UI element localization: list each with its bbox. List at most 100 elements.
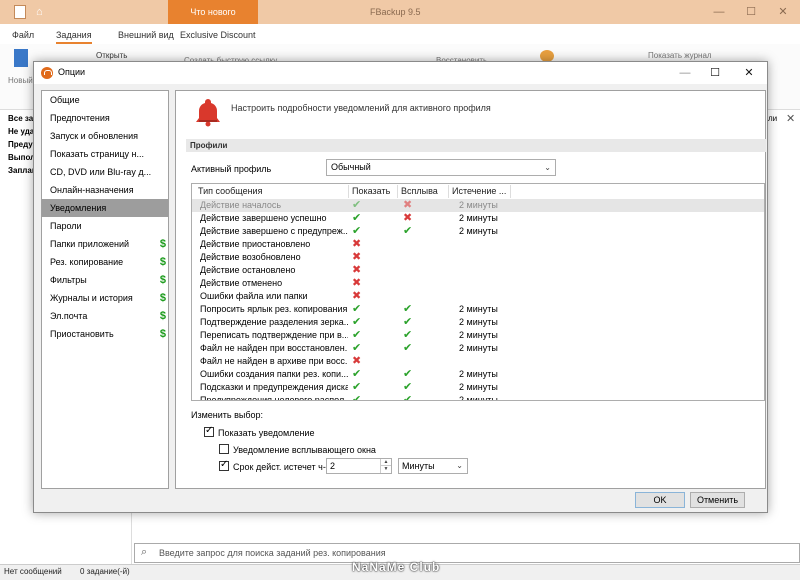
list-item[interactable]: Действие началось 2 минуты (192, 199, 764, 212)
column-header-expire[interactable]: Истечение ... (452, 186, 506, 196)
cross-icon (352, 355, 364, 368)
expire-value-stepper[interactable]: 2 ▲ ▼ (326, 458, 392, 474)
notification-list[interactable]: Тип сообщения Показать Всплыва Истечение… (191, 183, 765, 401)
list-item[interactable]: Действие приостановлено (192, 238, 764, 251)
change-selection-label: Изменить выбор: (191, 410, 264, 420)
expire-time: 2 минуты (459, 317, 498, 327)
nav-item-label: Пароли (50, 221, 82, 231)
app-close-button[interactable]: ✕ (768, 0, 798, 24)
list-item[interactable]: Подсказки и предупреждения диска 2 минуты (192, 381, 764, 394)
popup-notification-option[interactable]: Уведомление всплывающего окна (219, 444, 376, 455)
list-item[interactable]: Действие остановлено (192, 264, 764, 277)
list-item[interactable]: Файл не найден при восстановлен... 2 мину… (192, 342, 764, 355)
nav-item-label: Показать страницу н... (50, 149, 145, 159)
new-button[interactable]: Новый (8, 76, 33, 85)
list-item[interactable]: Файл не найден в архиве при восс... (192, 355, 764, 368)
left-panel-item[interactable]: Выпол (8, 153, 35, 162)
nav-item[interactable]: Папки приложений $ (42, 235, 168, 253)
list-item[interactable]: Действие завершено с предупреж... 2 минут… (192, 225, 764, 238)
list-header: Тип сообщения Показать Всплыва Истечение… (192, 184, 764, 199)
search-input[interactable]: Введите запрос для поиска заданий рез. к… (159, 548, 386, 558)
nav-item[interactable]: Запуск и обновления (42, 127, 168, 145)
nav-item-label: Запуск и обновления (50, 131, 139, 141)
list-item[interactable]: Ошибки создания папки рез. копи... 2 мину… (192, 368, 764, 381)
bell-icon (196, 99, 220, 127)
list-item[interactable]: Подтверждение разделения зерка... 2 минут… (192, 316, 764, 329)
nav-item[interactable]: Эл.почта $ (42, 307, 168, 325)
cross-icon (352, 277, 364, 290)
left-panel-item[interactable]: Все за (8, 114, 33, 123)
app-minimize-button[interactable]: — (704, 0, 734, 24)
right-panel-close-icon[interactable]: ✕ (786, 112, 795, 125)
expire-time: 2 минуты (459, 395, 498, 401)
dialog-close-button[interactable]: ✕ (734, 62, 764, 84)
stepper-down-icon[interactable]: ▼ (380, 466, 391, 473)
nav-item[interactable]: Предпочтения (42, 109, 168, 127)
column-header-show[interactable]: Показать (352, 186, 390, 196)
nav-item[interactable]: Общие (42, 91, 168, 109)
dialog-minimize-button[interactable]: — (670, 62, 700, 84)
dollar-icon: $ (159, 328, 166, 340)
popup-notification-checkbox[interactable] (219, 444, 229, 454)
active-profile-select[interactable]: Обычный ⌄ (326, 159, 556, 176)
column-header-popup[interactable]: Всплыва (401, 186, 438, 196)
check-icon (352, 342, 364, 355)
menu-exclusive-discount[interactable]: Exclusive Discount (180, 30, 256, 40)
list-item[interactable]: Действие завершено успешно 2 минуты (192, 212, 764, 225)
expire-label: Срок дейст. истечет ч-з (233, 462, 330, 472)
app-maximize-button[interactable]: ☐ (736, 0, 766, 24)
popup-notification-label: Уведомление всплывающего окна (233, 445, 376, 455)
list-item[interactable]: Ошибки файла или папки (192, 290, 764, 303)
nav-item[interactable]: Показать страницу н... (42, 145, 168, 163)
check-icon (352, 368, 364, 381)
list-item[interactable]: Переписать подтверждение при в... 2 минут… (192, 329, 764, 342)
app-title: FBackup 9.5 (370, 7, 421, 17)
chevron-down-icon: ⌄ (544, 163, 551, 172)
column-header-type[interactable]: Тип сообщения (198, 186, 262, 196)
stepper-up-icon[interactable]: ▲ (380, 459, 391, 466)
nav-item-label: Онлайн-назначения (50, 185, 134, 195)
check-icon (352, 329, 364, 342)
menu-tasks[interactable]: Задания (56, 30, 92, 44)
nav-item[interactable]: Фильтры $ (42, 271, 168, 289)
new-backup-icon[interactable] (14, 49, 28, 67)
search-bar[interactable]: ⌕ Введите запрос для поиска заданий рез.… (134, 543, 800, 563)
check-icon (352, 212, 364, 225)
cancel-button[interactable]: Отменить (690, 492, 745, 508)
list-item[interactable]: Действие отменено (192, 277, 764, 290)
dollar-icon: $ (159, 274, 166, 286)
show-notification-checkbox[interactable] (204, 425, 214, 437)
expire-unit-value: Минуты (402, 461, 435, 471)
whats-new-tab[interactable]: Что нового (168, 0, 258, 24)
show-notification-option[interactable]: Показать уведомление (204, 425, 314, 438)
nav-item[interactable]: Уведомления (42, 199, 168, 217)
expire-checkbox[interactable] (219, 459, 229, 471)
section-title: Профили (186, 139, 766, 152)
nav-item[interactable]: Онлайн-назначения (42, 181, 168, 199)
list-item[interactable]: Попросить ярлык рез. копирования 2 минуты (192, 303, 764, 316)
menu-file[interactable]: Файл (12, 30, 34, 40)
nav-item[interactable]: Журналы и история $ (42, 289, 168, 307)
expire-option[interactable]: Срок дейст. истечет ч-з (219, 459, 330, 472)
expire-unit-select[interactable]: Минуты ⌄ (398, 458, 468, 474)
nav-item-label: Общие (50, 95, 80, 105)
list-item[interactable]: Предупреждения целевого распол... 2 минут… (192, 394, 764, 401)
left-panel-item[interactable]: Не уда (8, 127, 34, 136)
open-button[interactable]: Открыть (96, 51, 127, 60)
list-item[interactable]: Действие возобновлено (192, 251, 764, 264)
quick-access-file-icon[interactable] (14, 5, 26, 19)
expire-time: 2 минуты (459, 304, 498, 314)
menu-view[interactable]: Внешний вид (118, 30, 174, 40)
show-log-button[interactable]: Показать журнал (648, 51, 712, 60)
check-icon (352, 199, 364, 212)
nav-item[interactable]: Рез. копирование $ (42, 253, 168, 271)
nav-item-label: Приостановить (50, 329, 114, 339)
quick-access-home-icon[interactable]: ⌂ (36, 6, 48, 18)
nav-item[interactable]: Приостановить $ (42, 325, 168, 343)
nav-item[interactable]: CD, DVD или Blu-ray д... (42, 163, 168, 181)
ok-button[interactable]: OK (635, 492, 685, 508)
watermark: NaNaMe Club (352, 560, 441, 574)
dialog-maximize-button[interactable]: ☐ (700, 62, 730, 84)
nav-item-label: Рез. копирование (50, 257, 124, 267)
nav-item[interactable]: Пароли (42, 217, 168, 235)
